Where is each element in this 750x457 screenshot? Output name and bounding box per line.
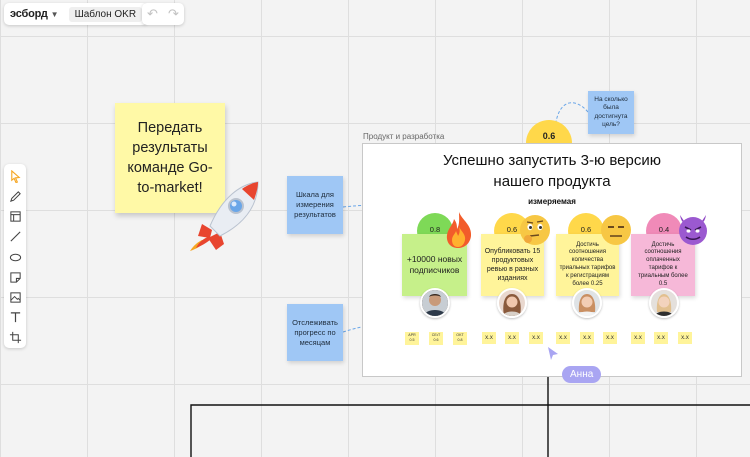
kr4-score: 0.4: [658, 225, 670, 234]
objective-line-2: нашего продукта: [493, 173, 611, 190]
kr4-text: Достичь соотношения оплаченных тарифов к…: [638, 241, 688, 287]
month-cell-3[interactable]: OKT 0.8: [453, 332, 467, 345]
month-cell[interactable]: x.x: [603, 332, 617, 344]
month-cell[interactable]: x.x: [654, 332, 668, 344]
avatar-1[interactable]: [420, 288, 450, 318]
month-cell-3-value: 0.8: [457, 337, 463, 342]
month-cell-1-value: 0.5: [409, 337, 415, 342]
objective-title[interactable]: Успешно запустить 3-ю версию нашего прод…: [362, 150, 742, 192]
month-cell[interactable]: x.x: [580, 332, 594, 344]
fire-icon: [446, 212, 472, 248]
collaborator-name-tag: Анна: [562, 366, 602, 383]
month-cell-1[interactable]: APR 0.5: [405, 332, 419, 345]
kr2-score: 0.6: [506, 225, 518, 234]
outer-frame-line: [190, 404, 750, 457]
kr3-text: Достичь соотношения количества триальных…: [559, 241, 616, 287]
note-question-text: На сколько была достигнута цель?: [594, 95, 628, 129]
note-scale[interactable]: Шкала для измерения результатов: [287, 176, 343, 234]
note-progress-text: Отслеживать прогресс по месяцам: [292, 317, 338, 347]
month-cell[interactable]: x.x: [631, 332, 645, 344]
frame-label[interactable]: Продукт и разработка: [363, 132, 444, 141]
top-score-badge: 0.6: [526, 120, 572, 143]
avatar-3[interactable]: [572, 288, 602, 318]
neutral-face-icon: [601, 215, 631, 245]
collaborator-cursor-icon: [548, 347, 558, 360]
devil-face-icon: [679, 215, 707, 245]
month-cell[interactable]: x.x: [556, 332, 570, 344]
note-question[interactable]: На сколько была достигнута цель?: [588, 91, 634, 134]
avatar-2[interactable]: [497, 288, 527, 318]
top-score-value: 0.6: [542, 131, 556, 141]
thinking-face-icon: [520, 215, 550, 245]
kr1-text: +10000 новых подписчиков: [406, 254, 463, 275]
kr2-text: Опубликовать 15 продуктовых ревью в разн…: [484, 248, 541, 282]
objective-subtitle: измеряемая: [528, 197, 576, 206]
note-scale-text: Шкала для измерения результатов: [294, 190, 336, 219]
month-cell[interactable]: x.x: [529, 332, 543, 344]
rocket-icon[interactable]: [188, 180, 264, 252]
month-cell[interactable]: x.x: [482, 332, 496, 344]
objective-line-1: Успешно запустить 3-ю версию: [443, 152, 661, 169]
month-cell-2-value: 0.6: [433, 337, 439, 342]
month-cell[interactable]: x.x: [678, 332, 692, 344]
month-cell-2[interactable]: CE•T 0.6: [429, 332, 443, 345]
month-cell[interactable]: x.x: [505, 332, 519, 344]
note-progress[interactable]: Отслеживать прогресс по месяцам: [287, 304, 343, 361]
kr1-score: 0.8: [429, 225, 441, 234]
kr3-score: 0.6: [580, 225, 592, 234]
avatar-4[interactable]: [649, 288, 679, 318]
